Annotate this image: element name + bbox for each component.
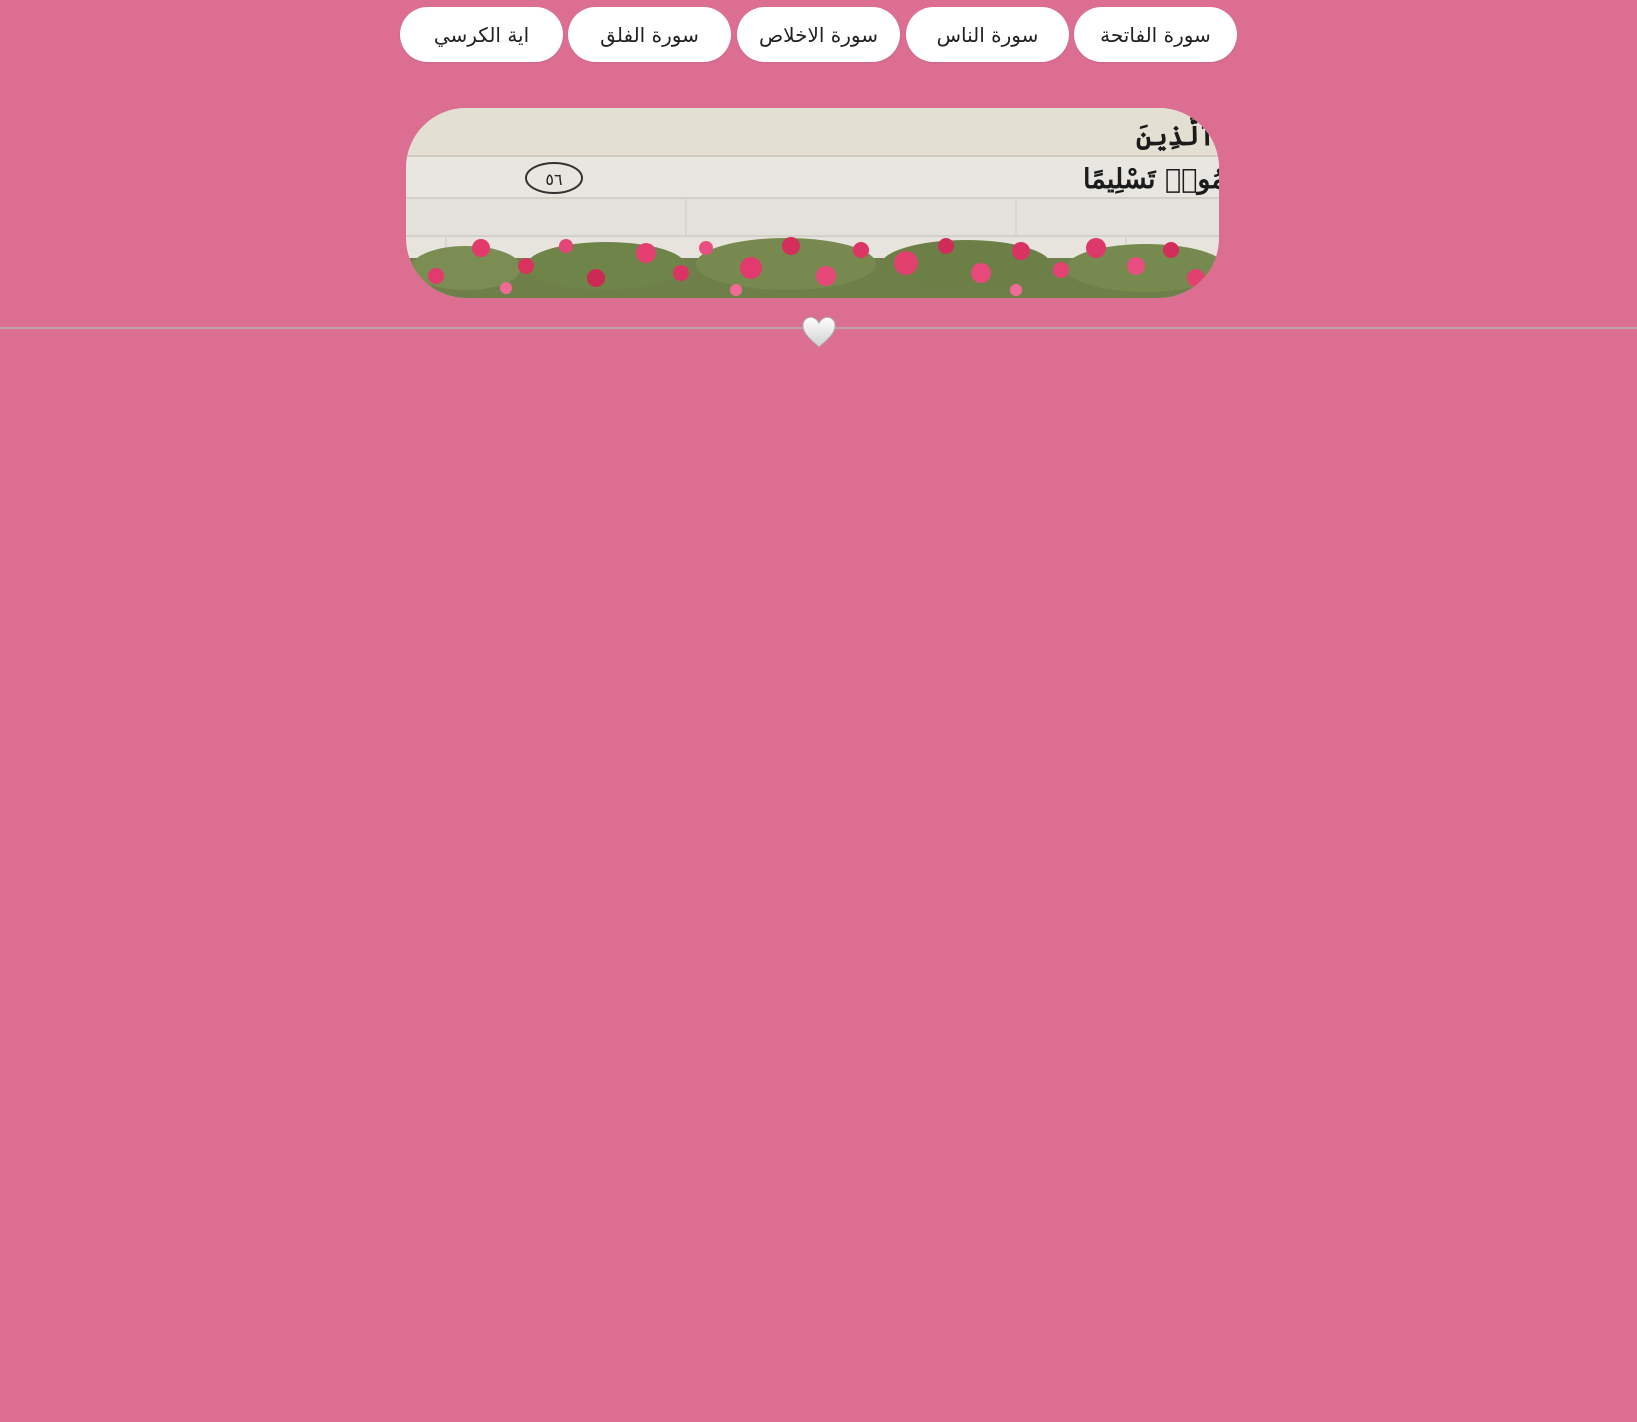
heart-icon	[801, 315, 837, 349]
surah-fatiha-button[interactable]: سورة الفاتحة	[1074, 7, 1237, 62]
verse-banner: إِنَّ ٱللَّهَ وَمَلَٰٓئِكَتَهُۥ يُصَلُّو…	[406, 108, 1219, 298]
surah-nav: سورة الفاتحة سورة الناس سورة الاخلاص سور…	[0, 7, 1637, 63]
ayat-kursi-button[interactable]: اية الكرسي	[400, 7, 563, 62]
surah-ikhlas-button[interactable]: سورة الاخلاص	[737, 7, 900, 62]
surah-nas-button[interactable]: سورة الناس	[906, 7, 1069, 62]
surah-falaq-button[interactable]: سورة الفلق	[568, 7, 731, 62]
verse-banner-image: إِنَّ ٱللَّهَ وَمَلَٰٓئِكَتَهُۥ يُصَلُّو…	[406, 108, 1219, 298]
verse-number: ٥٦	[545, 170, 562, 189]
